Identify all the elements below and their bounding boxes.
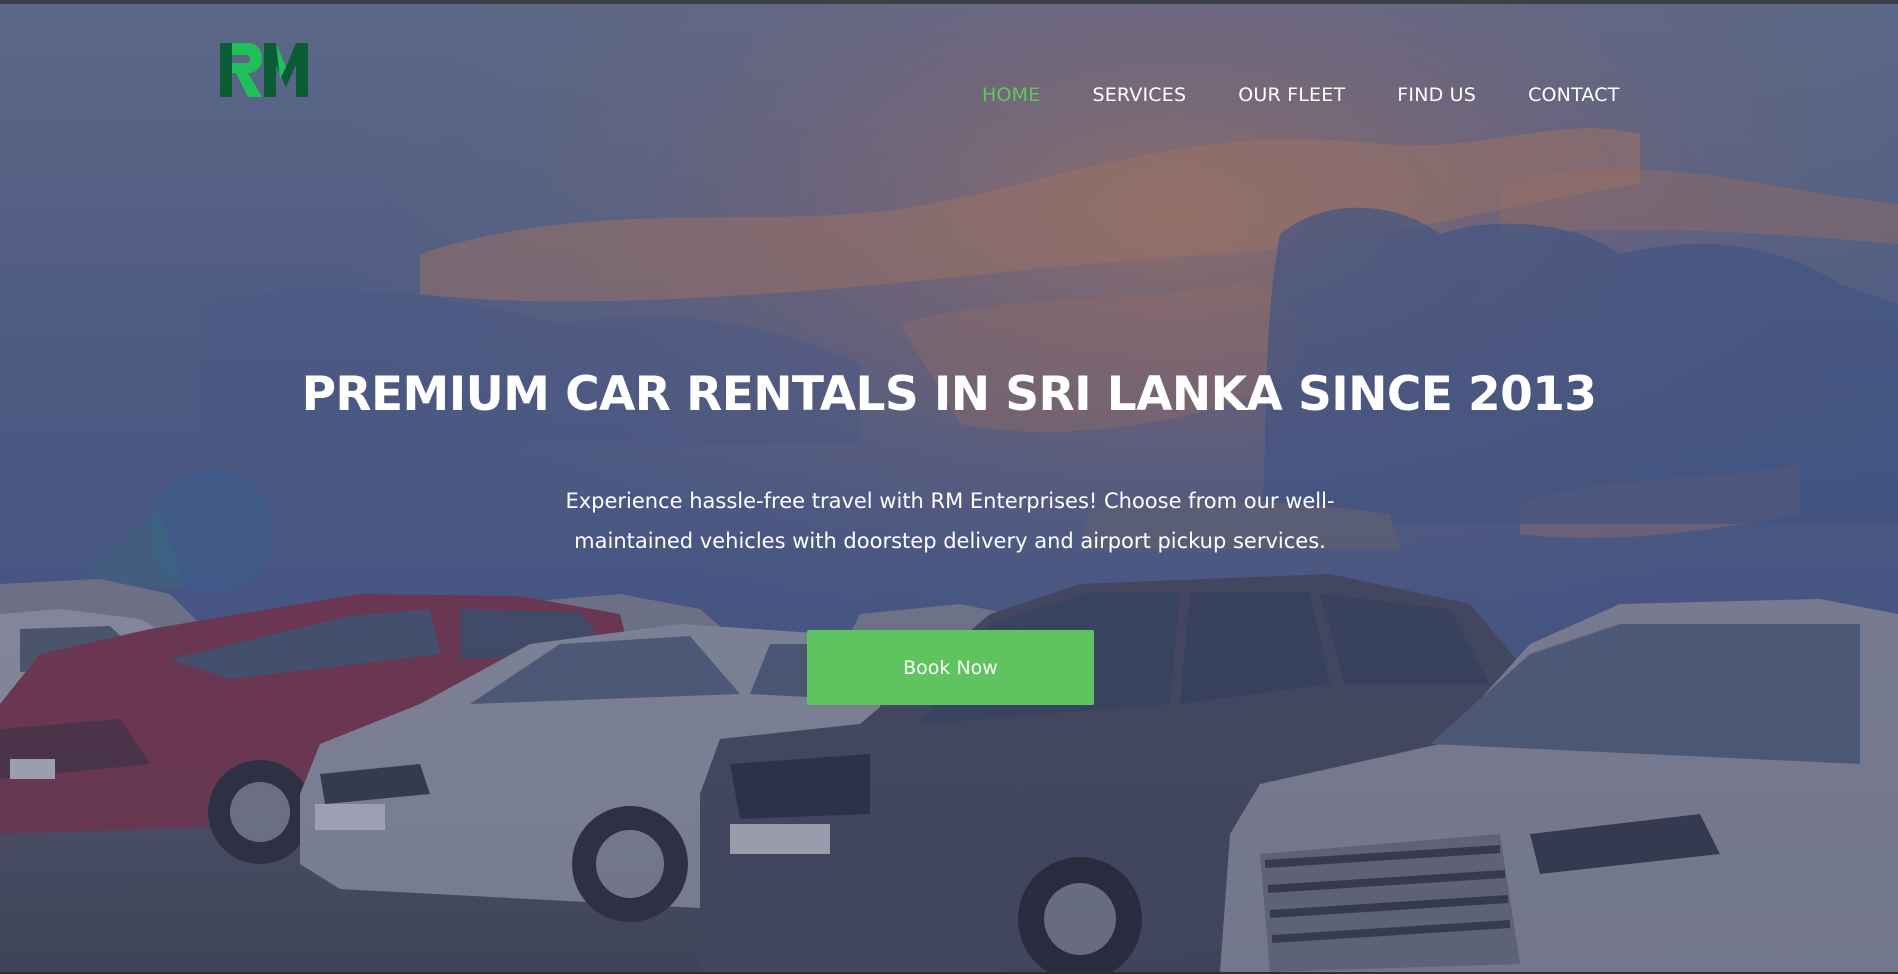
nav-item-services[interactable]: SERVICES <box>1092 82 1186 108</box>
book-now-button[interactable]: Book Now <box>807 630 1094 705</box>
nav-item-our-fleet[interactable]: OUR FLEET <box>1238 82 1345 108</box>
hero-title: PREMIUM CAR RENTALS IN SRI LANKA SINCE 2… <box>301 367 1597 422</box>
main-nav: HOME SERVICES OUR FLEET FIND US CONTACT <box>982 82 1620 108</box>
page: RM HOME SERVICES OUR FLEET FIND US CONTA… <box>0 0 1898 974</box>
hero-subtitle: Experience hassle-free travel with RM En… <box>530 481 1370 561</box>
brand-logo[interactable]: RM <box>218 41 310 99</box>
nav-item-find-us[interactable]: FIND US <box>1397 82 1476 108</box>
rm-logo-icon <box>220 43 308 97</box>
browser-top-strip <box>0 0 1898 4</box>
hero-subtitle-line1: Experience hassle-free travel with RM En… <box>565 489 1335 513</box>
hero-subtitle-line2: maintained vehicles with doorstep delive… <box>574 529 1326 553</box>
nav-item-home[interactable]: HOME <box>982 82 1040 108</box>
nav-item-contact[interactable]: CONTACT <box>1528 82 1620 108</box>
